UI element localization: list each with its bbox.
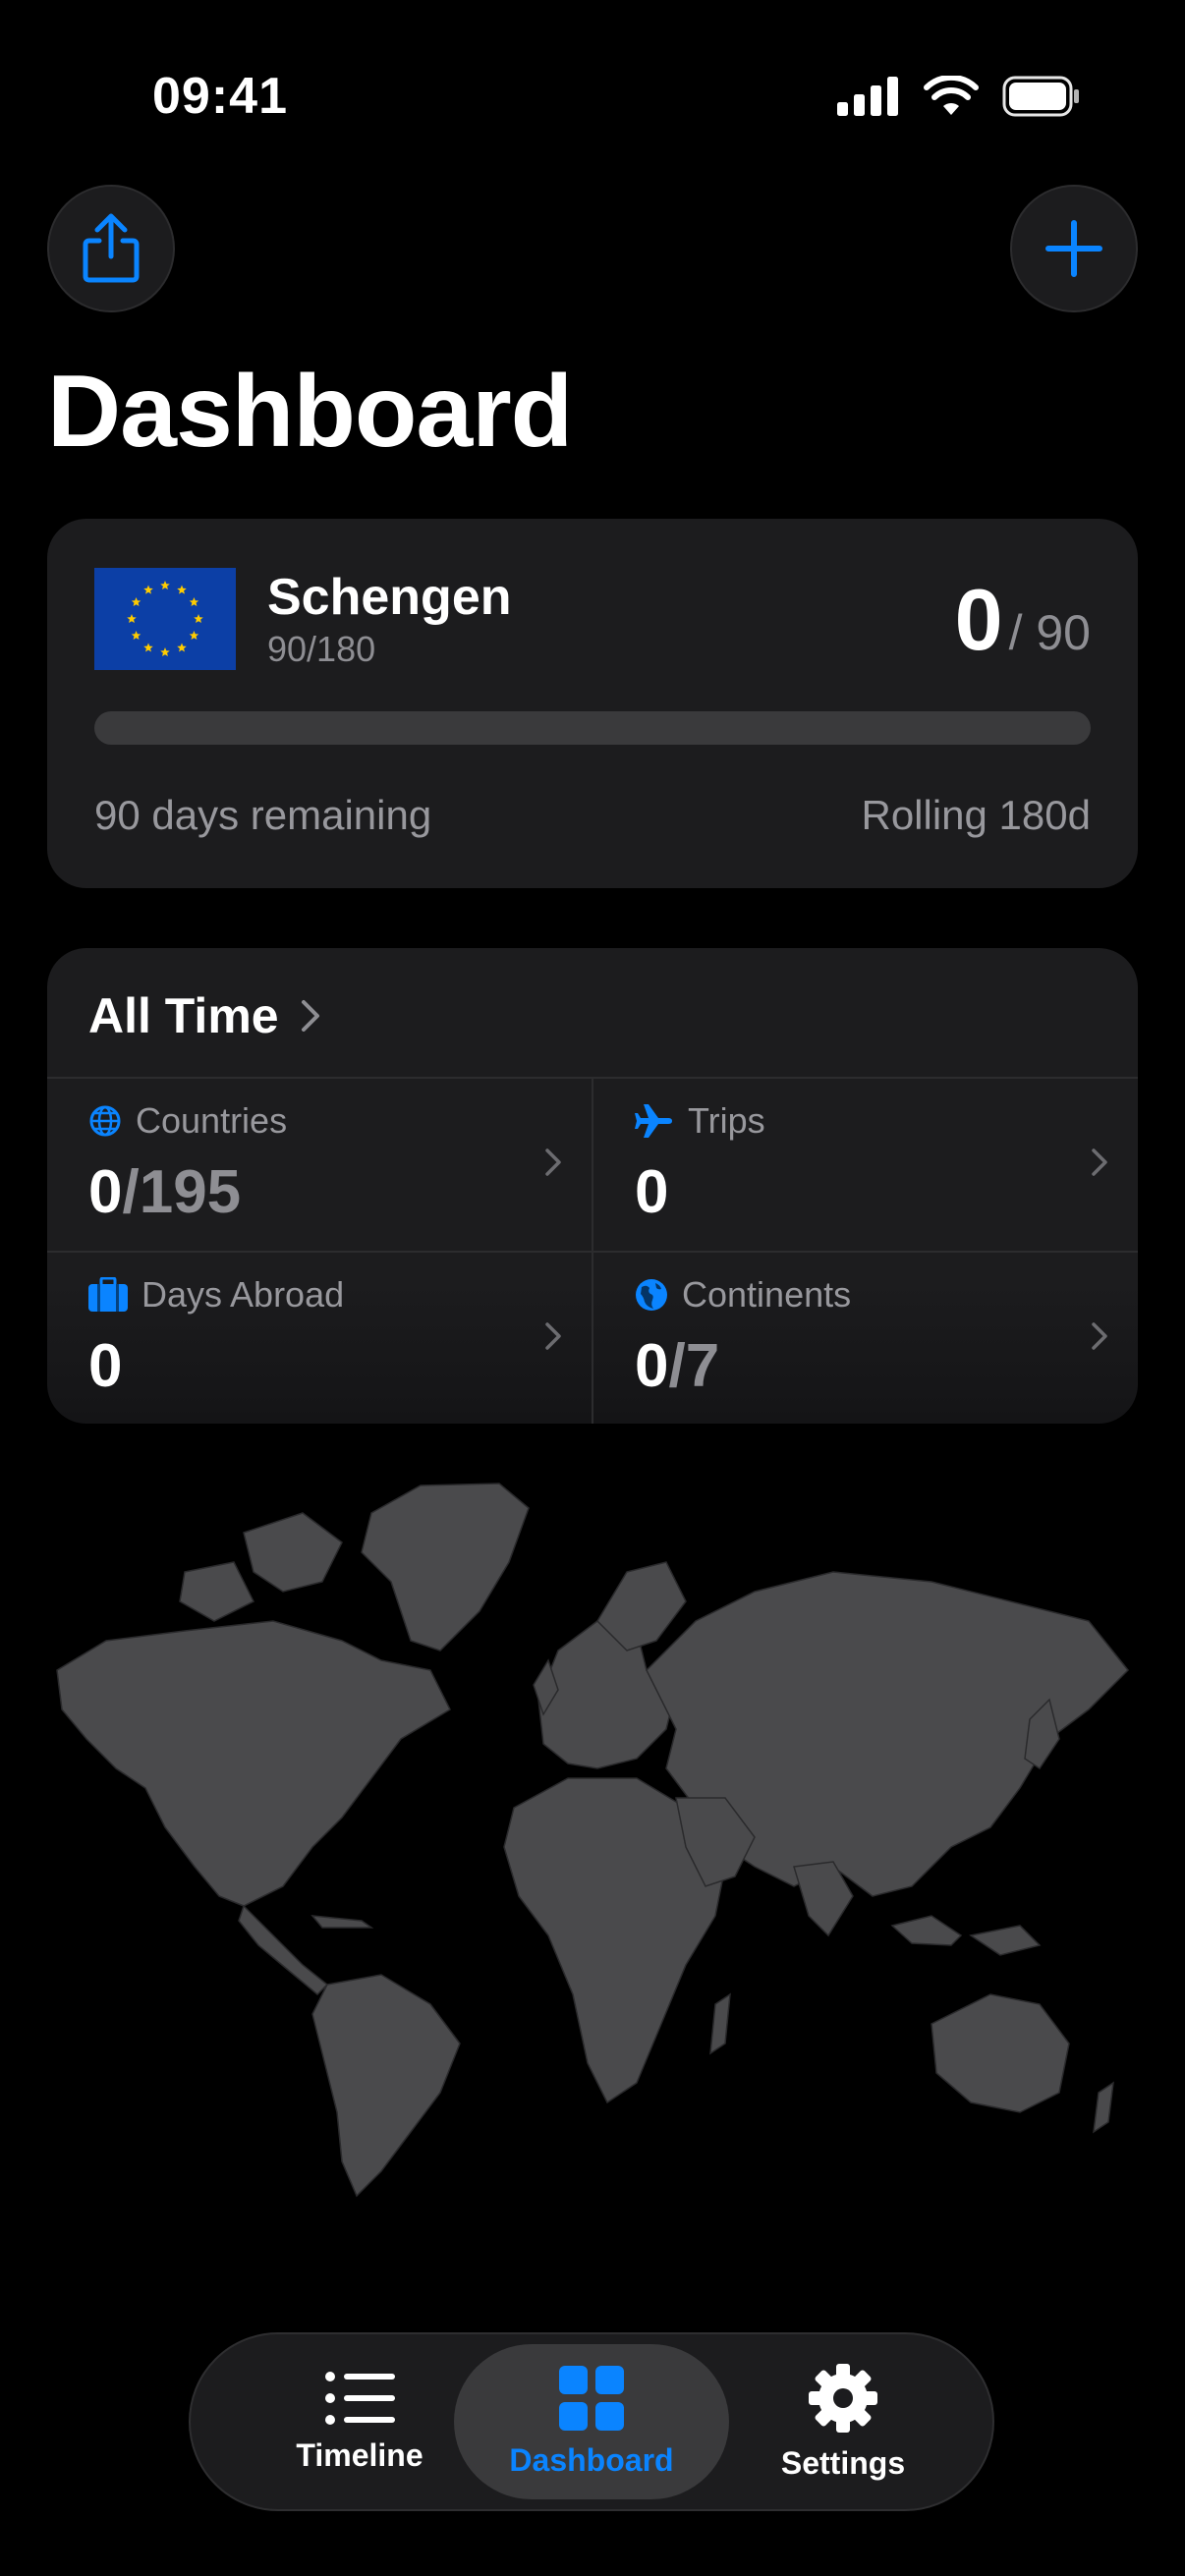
plus-icon	[1045, 220, 1102, 277]
battery-icon	[1002, 76, 1079, 117]
globe-grid-icon	[89, 1105, 121, 1137]
flag-star	[127, 614, 137, 624]
flag-star	[189, 597, 199, 607]
flag-star	[194, 614, 203, 624]
add-button[interactable]	[1010, 185, 1138, 312]
tab-label: Dashboard	[509, 2441, 674, 2478]
flag-star	[143, 643, 153, 652]
schengen-limit: / 90	[1008, 605, 1091, 660]
new-zealand-shape	[1093, 2081, 1114, 2134]
flag-star	[143, 585, 153, 594]
chevron-right-icon	[545, 1148, 561, 1176]
list-icon	[325, 2371, 395, 2425]
tab-dashboard[interactable]: Dashboard	[454, 2344, 729, 2499]
schengen-progress-bar	[94, 711, 1091, 745]
north-america-shape	[56, 1620, 451, 1907]
rolling-window: Rolling 180d	[861, 792, 1091, 838]
suitcase-icon	[88, 1277, 128, 1312]
days-remaining: 90 days remaining	[94, 792, 432, 838]
arctic-islands-shape	[243, 1512, 343, 1593]
stat-continents-label: Continents	[635, 1274, 851, 1316]
southeast-asia-shape	[969, 1925, 1042, 1956]
stat-days-abroad-value: 0	[88, 1332, 123, 1400]
stat-continents[interactable]: Continents 0/7	[593, 1253, 1138, 1424]
stat-trips-value: 0	[635, 1158, 669, 1226]
all-time-header[interactable]: All Time	[88, 987, 320, 1044]
gear-icon	[809, 2363, 877, 2433]
flag-star	[160, 647, 170, 657]
schengen-card[interactable]: Schengen 90/180 0 / 90 90 days remaining…	[47, 519, 1138, 888]
share-button[interactable]	[47, 185, 175, 312]
southeast-asia-shape	[890, 1915, 963, 1946]
south-america-shape	[311, 1974, 461, 2198]
chevron-right-icon	[545, 1322, 561, 1350]
caribbean-shape	[310, 1915, 374, 1929]
wifi-icon	[924, 76, 979, 115]
tab-label: Timeline	[296, 2436, 423, 2473]
flag-star	[131, 631, 141, 641]
flag-star	[131, 597, 141, 607]
greenland-shape	[361, 1483, 530, 1652]
stat-countries-value: 0/195	[88, 1158, 242, 1226]
status-time: 09:41	[152, 68, 288, 125]
status-icons	[837, 75, 1081, 118]
tab-settings[interactable]: Settings	[705, 2344, 981, 2499]
flag-star	[189, 631, 199, 641]
eu-flag	[94, 568, 236, 670]
stat-days-abroad[interactable]: Days Abroad 0	[47, 1253, 592, 1424]
page-title: Dashboard	[47, 355, 573, 469]
world-map-graphic	[56, 1483, 1130, 2198]
chevron-right-icon	[1092, 1322, 1107, 1350]
cellular-signal-icon	[837, 77, 898, 116]
schengen-rule: 90/180	[267, 629, 376, 669]
all-time-card: All Time Countries 0/195 Trips 0 Days Ab…	[47, 948, 1138, 1424]
schengen-counter: 0 / 90	[955, 570, 1091, 670]
tab-bar: Timeline Dashboard Settings	[189, 2332, 994, 2511]
central-america-shape	[238, 1904, 329, 1996]
share-icon	[83, 213, 140, 283]
stat-trips[interactable]: Trips 0	[593, 1079, 1138, 1251]
stat-countries[interactable]: Countries 0/195	[47, 1079, 592, 1251]
world-map[interactable]	[47, 1474, 1138, 2201]
airplane-icon	[635, 1104, 672, 1138]
flag-star	[177, 643, 187, 652]
schengen-title: Schengen	[267, 569, 512, 626]
flag-star	[177, 585, 187, 594]
grid-icon	[559, 2365, 624, 2431]
europe-shape	[537, 1620, 677, 1769]
stat-continents-value: 0/7	[635, 1332, 720, 1400]
stat-trips-label: Trips	[635, 1100, 765, 1142]
tab-label: Settings	[780, 2444, 906, 2481]
australia-shape	[931, 1993, 1070, 2113]
globe-americas-icon	[636, 1279, 667, 1311]
schengen-used-days: 0	[954, 571, 1003, 668]
stat-days-abroad-label: Days Abroad	[88, 1274, 344, 1316]
stat-countries-label: Countries	[88, 1100, 287, 1142]
chevron-right-icon	[301, 1000, 319, 1032]
arctic-islands-shape	[179, 1561, 255, 1622]
madagascar-shape	[709, 1992, 731, 2055]
chevron-right-icon	[1092, 1148, 1107, 1176]
flag-star	[160, 581, 170, 590]
all-time-title: All Time	[88, 988, 279, 1043]
